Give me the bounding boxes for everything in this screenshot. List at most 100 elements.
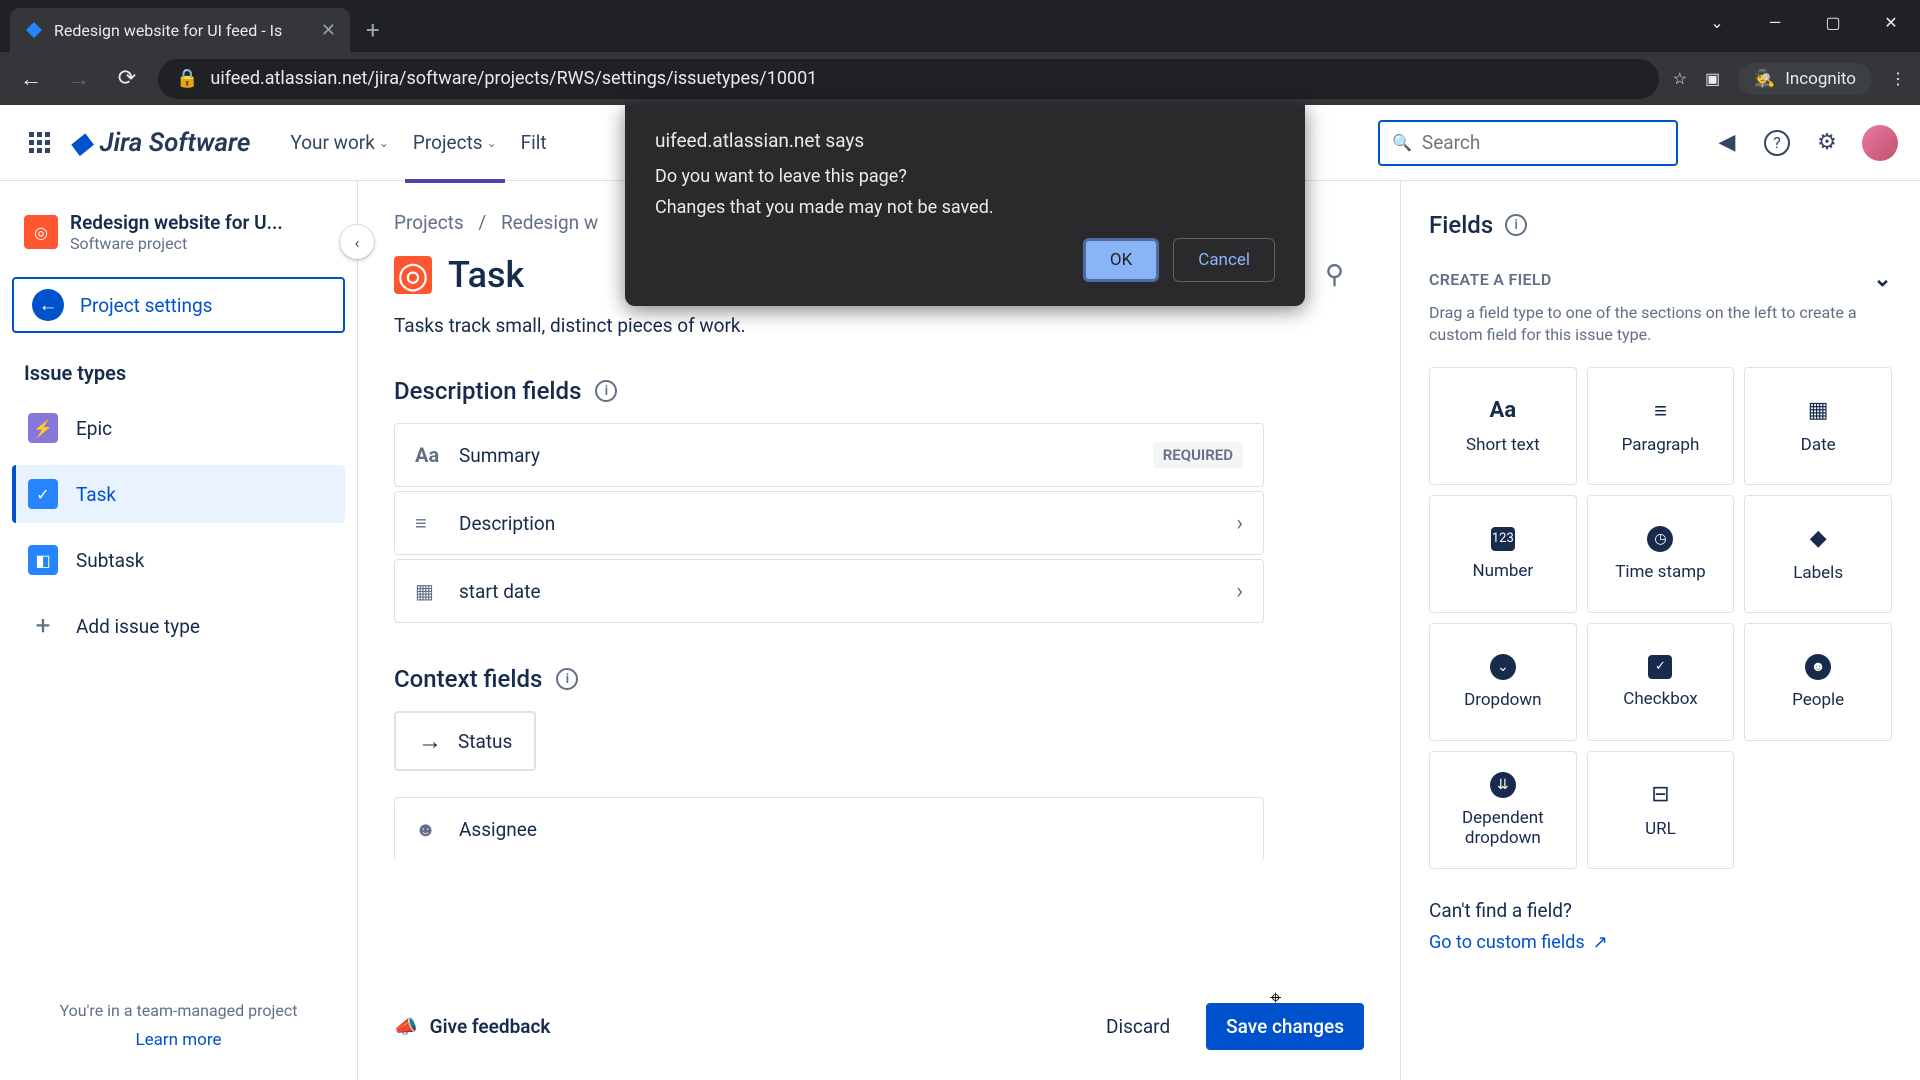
- search-icon: 🔍: [1392, 133, 1412, 152]
- maximize-icon[interactable]: ▢: [1804, 0, 1862, 44]
- cant-find-field-text: Can't find a field?: [1429, 899, 1892, 922]
- close-window-icon[interactable]: ✕: [1862, 0, 1920, 44]
- jira-logo[interactable]: ◆ Jira Software: [70, 126, 250, 159]
- nav-filters[interactable]: Filt: [513, 125, 555, 160]
- info-icon[interactable]: i: [595, 380, 617, 402]
- settings-icon[interactable]: ⚙: [1812, 128, 1842, 158]
- dialog-line1: Do you want to leave this page?: [655, 166, 1275, 187]
- nav-your-work[interactable]: Your work⌄: [282, 125, 397, 160]
- panel-title: Fields: [1429, 211, 1493, 239]
- forward-button: →: [62, 62, 96, 96]
- dialog-line2: Changes that you made may not be saved.: [655, 197, 1275, 218]
- incognito-icon: 🕵: [1754, 69, 1775, 89]
- save-changes-button[interactable]: Save changes: [1206, 1003, 1364, 1050]
- task-type-icon: ◎: [394, 256, 432, 294]
- project-name: Redesign website for U...: [70, 211, 283, 234]
- notifications-icon[interactable]: ◀: [1712, 128, 1742, 158]
- text-icon: Aa: [415, 443, 441, 467]
- lock-icon: 🔒: [176, 68, 198, 89]
- create-field-hint: Drag a field type to one of the sections…: [1429, 302, 1892, 347]
- page-description: Tasks track small, distinct pieces of wo…: [394, 314, 1344, 337]
- epic-icon: ⚡: [28, 413, 58, 443]
- field-type-url[interactable]: ⊟URL: [1587, 751, 1735, 869]
- field-type-date[interactable]: ▦Date: [1744, 367, 1892, 485]
- project-subtitle: Software project: [70, 234, 283, 253]
- learn-more-link[interactable]: Learn more: [12, 1030, 345, 1050]
- add-issue-type-button[interactable]: + Add issue type: [12, 597, 345, 655]
- external-link-icon: ↗: [1593, 932, 1608, 953]
- chevron-down-icon[interactable]: ⌄: [1873, 267, 1892, 292]
- section-title-issue-types: Issue types: [12, 361, 345, 399]
- chevron-down-icon: ⌄: [487, 136, 497, 150]
- fields-panel: Fields i CREATE A FIELD ⌄ Drag a field t…: [1400, 181, 1920, 1080]
- jira-favicon: [24, 20, 44, 40]
- field-type-labels[interactable]: ◆Labels: [1744, 495, 1892, 613]
- page-title: Task: [448, 254, 524, 296]
- dialog-ok-button[interactable]: OK: [1083, 238, 1159, 282]
- chevron-right-icon: ›: [1236, 579, 1243, 604]
- required-badge: REQUIRED: [1153, 442, 1243, 468]
- user-avatar[interactable]: [1862, 125, 1898, 161]
- extensions-icon[interactable]: ▣: [1705, 69, 1720, 88]
- search-box[interactable]: 🔍: [1378, 120, 1678, 166]
- url-text: uifeed.atlassian.net/jira/software/proje…: [210, 68, 817, 89]
- help-icon[interactable]: ?: [1762, 128, 1792, 158]
- field-type-dropdown[interactable]: ⌄Dropdown: [1429, 623, 1577, 741]
- field-type-paragraph[interactable]: ≡Paragraph: [1587, 367, 1735, 485]
- info-icon[interactable]: i: [556, 668, 578, 690]
- info-icon[interactable]: i: [1505, 214, 1527, 236]
- jira-mark-icon: ◆: [70, 126, 92, 159]
- sidebar-item-task[interactable]: ✓ Task: [12, 465, 345, 523]
- field-type-dependent-dropdown[interactable]: ⇊Dependent dropdown: [1429, 751, 1577, 869]
- tab-search-icon[interactable]: ⌄: [1688, 0, 1746, 44]
- sidebar: ‹ ◎ Redesign website for U... Software p…: [0, 181, 358, 1080]
- chevron-right-icon: ›: [1236, 511, 1243, 536]
- browser-tab[interactable]: Redesign website for UI feed - Is ✕: [10, 8, 350, 52]
- tab-title: Redesign website for UI feed - Is: [54, 21, 311, 40]
- tab-close-icon[interactable]: ✕: [321, 20, 336, 41]
- field-summary[interactable]: Aa Summary REQUIRED: [394, 423, 1264, 487]
- section-context-fields: Context fields: [394, 665, 542, 693]
- discard-button[interactable]: Discard: [1090, 1005, 1186, 1048]
- main-content: Projects / Redesign w ◎ Task ⚲ Tasks tra…: [358, 181, 1400, 1080]
- arrow-right-icon: →: [418, 727, 442, 756]
- field-type-checkbox[interactable]: ✓Checkbox: [1587, 623, 1735, 741]
- new-tab-button[interactable]: +: [366, 16, 380, 44]
- field-status[interactable]: → Status: [394, 711, 536, 771]
- custom-fields-link[interactable]: Go to custom fields ↗: [1429, 932, 1608, 953]
- create-field-heading: CREATE A FIELD: [1429, 270, 1552, 289]
- field-description[interactable]: ≡ Description ›: [394, 491, 1264, 555]
- sidebar-item-epic[interactable]: ⚡ Epic: [12, 399, 345, 457]
- person-icon: ☻: [415, 817, 441, 842]
- dialog-host: uifeed.atlassian.net says: [655, 129, 1275, 152]
- field-type-people[interactable]: ☻People: [1744, 623, 1892, 741]
- field-start-date[interactable]: ▦ start date ›: [394, 559, 1264, 623]
- section-description-fields: Description fields: [394, 377, 581, 405]
- megaphone-icon: 📣: [394, 1015, 418, 1038]
- address-bar[interactable]: 🔒 uifeed.atlassian.net/jira/software/pro…: [158, 59, 1659, 99]
- project-icon: ◎: [24, 215, 58, 249]
- nav-projects[interactable]: Projects⌄: [405, 125, 505, 160]
- field-type-timestamp[interactable]: ◷Time stamp: [1587, 495, 1735, 613]
- task-icon: ✓: [28, 479, 58, 509]
- project-settings-button[interactable]: ← Project settings: [12, 277, 345, 333]
- bookmark-icon[interactable]: ☆: [1673, 69, 1687, 88]
- paragraph-icon: ≡: [415, 511, 441, 536]
- field-type-number[interactable]: 123Number: [1429, 495, 1577, 613]
- reload-button[interactable]: ⟳: [110, 62, 144, 96]
- back-button[interactable]: ←: [14, 62, 48, 96]
- search-input[interactable]: [1422, 131, 1667, 154]
- incognito-badge[interactable]: 🕵 Incognito: [1738, 63, 1872, 95]
- field-assignee[interactable]: ☻ Assignee: [394, 797, 1264, 861]
- dialog-cancel-button[interactable]: Cancel: [1173, 238, 1275, 282]
- workflow-icon[interactable]: ⚲: [1325, 260, 1344, 290]
- minimize-icon[interactable]: —: [1746, 0, 1804, 44]
- field-type-short-text[interactable]: AaShort text: [1429, 367, 1577, 485]
- sidebar-item-subtask[interactable]: ◧ Subtask: [12, 531, 345, 589]
- give-feedback-button[interactable]: 📣 Give feedback: [394, 1015, 550, 1038]
- breadcrumb-project[interactable]: Redesign w: [501, 211, 598, 234]
- calendar-icon: ▦: [415, 579, 441, 603]
- breadcrumb-projects[interactable]: Projects: [394, 211, 464, 234]
- browser-menu-icon[interactable]: ⋮: [1890, 69, 1906, 88]
- app-switcher-icon[interactable]: [22, 126, 56, 160]
